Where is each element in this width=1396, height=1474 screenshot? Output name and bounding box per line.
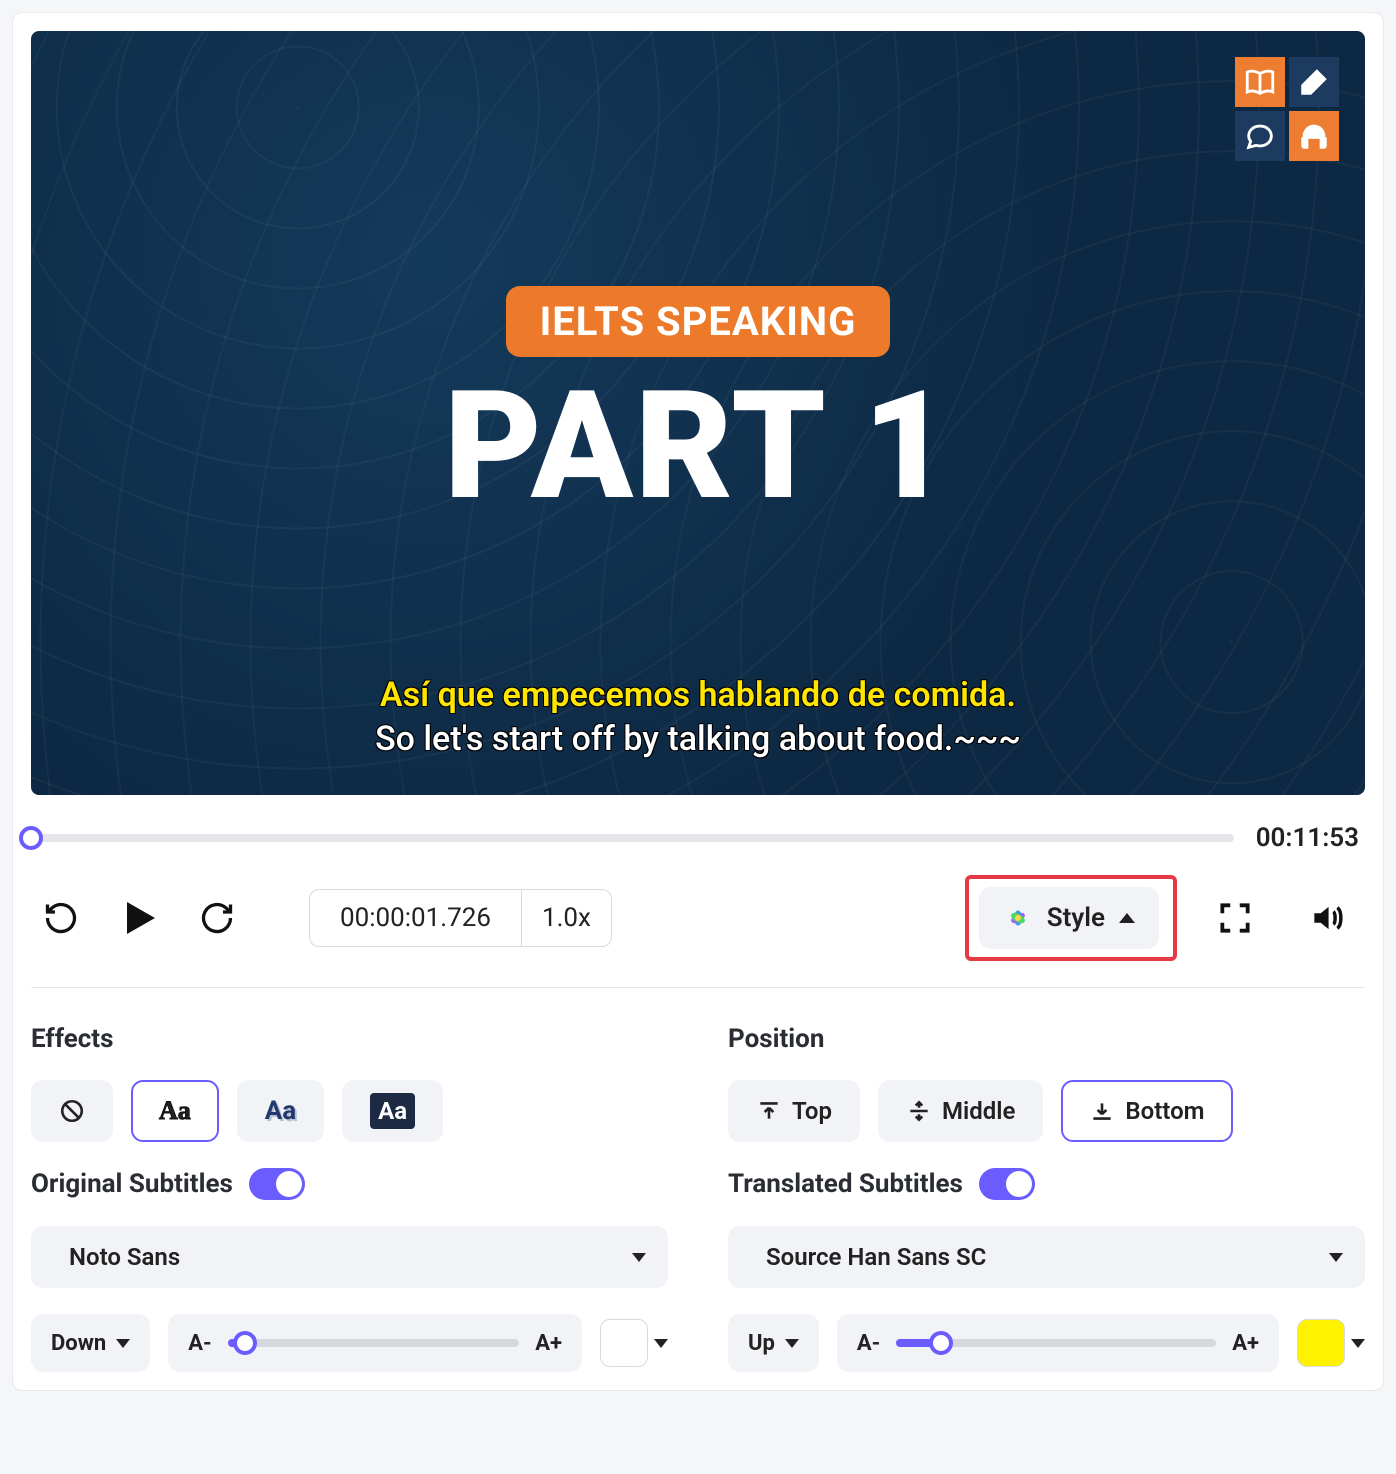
translated-font-select[interactable]: Source Han Sans SC: [728, 1226, 1365, 1288]
size-plus-label: A+: [1232, 1331, 1259, 1356]
align-middle-icon: [906, 1098, 932, 1124]
position-top[interactable]: Top: [728, 1080, 860, 1142]
volume-button[interactable]: [1297, 888, 1357, 948]
subtitle-original: So let's start off by talking about food…: [375, 719, 1021, 759]
writing-icon: [1289, 57, 1339, 107]
position-title: Position: [728, 1024, 1365, 1054]
chevron-down-icon: [785, 1339, 799, 1348]
original-layer-label: Down: [51, 1331, 106, 1356]
effect-outline[interactable]: Aa: [131, 1080, 219, 1142]
original-size-slider[interactable]: A- A+: [168, 1314, 582, 1372]
translated-subs-title: Translated Subtitles: [728, 1169, 963, 1199]
effects-title: Effects: [31, 1024, 668, 1054]
original-layer-select[interactable]: Down: [31, 1314, 150, 1372]
aa-outline-icon: Aa: [159, 1096, 191, 1126]
slider-thumb[interactable]: [233, 1331, 257, 1355]
aa-shadow-icon: Aa: [265, 1096, 296, 1126]
forward-button[interactable]: [187, 888, 247, 948]
size-plus-label: A+: [535, 1331, 562, 1356]
original-font-select[interactable]: Noto Sans: [31, 1226, 668, 1288]
chevron-down-icon: [632, 1253, 646, 1262]
color-swatch: [1297, 1319, 1345, 1367]
color-swatch: [600, 1319, 648, 1367]
chevron-down-icon: [654, 1339, 668, 1348]
effect-none[interactable]: [31, 1080, 113, 1142]
size-minus-label: A-: [857, 1331, 880, 1356]
translated-layer-label: Up: [748, 1331, 775, 1356]
subtitle-overlay: Así que empecemos hablando de comida. So…: [31, 675, 1365, 759]
chevron-down-icon: [116, 1339, 130, 1348]
style-highlight-box: Style: [965, 875, 1177, 961]
chevron-down-icon: [1329, 1253, 1343, 1262]
speaking-icon: [1235, 111, 1285, 161]
video-pill: IELTS SPEAKING: [506, 286, 891, 357]
position-bottom-label: Bottom: [1125, 1097, 1204, 1125]
fullscreen-button[interactable]: [1205, 888, 1265, 948]
align-top-icon: [756, 1098, 782, 1124]
slider-thumb[interactable]: [929, 1331, 953, 1355]
translated-font-label: Source Han Sans SC: [766, 1243, 986, 1271]
effect-shadow[interactable]: Aa: [237, 1080, 324, 1142]
chevron-down-icon: [1351, 1339, 1365, 1348]
style-icon: [1003, 903, 1033, 933]
position-bottom[interactable]: Bottom: [1061, 1080, 1232, 1142]
seek-thumb[interactable]: [19, 826, 43, 850]
subtitle-translated: Así que empecemos hablando de comida.: [380, 675, 1016, 715]
translated-color-picker[interactable]: [1297, 1319, 1365, 1367]
position-top-label: Top: [792, 1097, 832, 1125]
size-minus-label: A-: [188, 1331, 211, 1356]
skills-badge: [1235, 57, 1339, 161]
video-preview[interactable]: IELTS SPEAKING PART 1 Así que empecemos …: [31, 31, 1365, 795]
video-headline: PART 1: [444, 371, 952, 521]
original-subs-toggle[interactable]: [249, 1168, 305, 1200]
translated-subs-toggle[interactable]: [979, 1168, 1035, 1200]
position-middle-label: Middle: [942, 1097, 1015, 1125]
duration-label: 00:11:53: [1256, 823, 1365, 853]
style-button[interactable]: Style: [979, 887, 1159, 949]
seek-bar[interactable]: [31, 834, 1234, 842]
translated-layer-select[interactable]: Up: [728, 1314, 819, 1372]
original-font-label: Noto Sans: [69, 1243, 180, 1271]
listening-icon: [1289, 111, 1339, 161]
effect-box[interactable]: Aa: [342, 1080, 443, 1142]
original-color-picker[interactable]: [600, 1319, 668, 1367]
style-label: Style: [1047, 903, 1105, 933]
playback-speed[interactable]: 1.0x: [522, 890, 611, 946]
play-button[interactable]: [109, 888, 169, 948]
ban-icon: [59, 1098, 85, 1124]
original-subs-title: Original Subtitles: [31, 1169, 233, 1199]
current-time[interactable]: 00:00:01.726: [310, 890, 522, 946]
align-bottom-icon: [1089, 1098, 1115, 1124]
video-title-block: IELTS SPEAKING PART 1: [31, 286, 1365, 521]
rewind-button[interactable]: [31, 888, 91, 948]
aa-box-icon: Aa: [370, 1093, 415, 1129]
caret-up-icon: [1119, 913, 1135, 923]
translated-size-slider[interactable]: A- A+: [837, 1314, 1279, 1372]
position-middle[interactable]: Middle: [878, 1080, 1043, 1142]
reading-icon: [1235, 57, 1285, 107]
